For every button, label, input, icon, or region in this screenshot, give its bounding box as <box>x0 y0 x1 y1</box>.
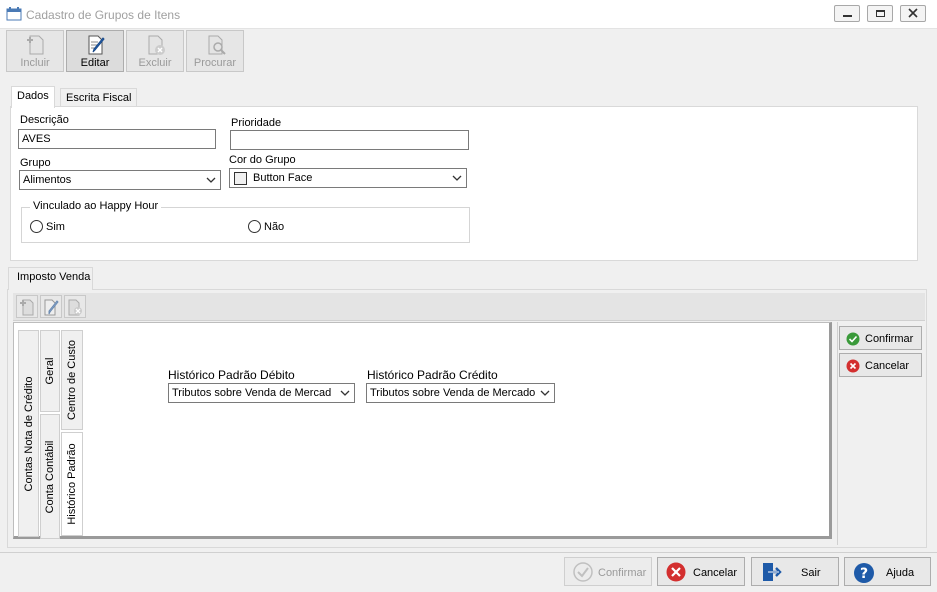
help-circle-icon: ? <box>854 563 874 583</box>
tab-contas-nota-credito[interactable]: Contas Nota de Crédito <box>18 330 39 537</box>
editar-label: Editar <box>80 57 110 69</box>
historico-debito-select[interactable]: Tributos sobre Venda de Mercad <box>168 383 355 403</box>
minimize-icon <box>843 15 852 17</box>
tab-imposto-venda[interactable]: Imposto Venda <box>8 267 94 290</box>
app-icon <box>6 6 22 25</box>
tab-centro-custo[interactable]: Centro de Custo <box>61 330 83 430</box>
excluir-label: Excluir <box>138 57 172 69</box>
incluir-button[interactable]: Incluir <box>6 30 64 72</box>
historico-credito-label: Histórico Padrão Crédito <box>367 368 498 382</box>
tab-dados[interactable]: Dados <box>11 86 55 108</box>
happy-hour-caption: Vinculado ao Happy Hour <box>30 200 162 212</box>
side-confirmar-button[interactable]: Confirmar <box>839 326 922 350</box>
excluir-button[interactable]: Excluir <box>126 30 184 72</box>
delete-document-icon <box>148 35 165 55</box>
check-circle-icon <box>573 562 593 582</box>
chevron-down-icon <box>452 175 462 181</box>
nao-radio[interactable] <box>248 220 261 233</box>
nao-label: Não <box>264 221 285 233</box>
imposto-new-button[interactable] <box>16 295 38 318</box>
happy-hour-group: Vinculado ao Happy Hour <box>21 200 470 243</box>
grupo-select[interactable]: Alimentos <box>19 170 221 190</box>
historico-credito-select[interactable]: Tributos sobre Venda de Mercado <box>366 383 555 403</box>
sair-button[interactable]: Sair <box>751 557 839 586</box>
chevron-down-icon <box>540 390 550 396</box>
exit-door-icon <box>763 563 782 581</box>
cancelar-button[interactable]: Cancelar <box>657 557 745 586</box>
imposto-toolbar <box>13 293 925 321</box>
chevron-down-icon <box>206 177 216 183</box>
title-bar: Cadastro de Grupos de Itens <box>0 0 937 29</box>
descricao-label: Descrição <box>20 114 69 126</box>
tab-escrita-fiscal[interactable]: Escrita Fiscal <box>60 88 138 108</box>
confirmar-button[interactable]: Confirmar <box>564 557 652 586</box>
search-document-icon <box>208 35 226 55</box>
prioridade-field[interactable] <box>230 130 469 150</box>
side-cancelar-button[interactable]: Cancelar <box>839 353 922 377</box>
tab-geral[interactable]: Geral <box>40 330 60 412</box>
delete-document-icon <box>68 299 82 316</box>
historico-debito-label: Histórico Padrão Débito <box>168 368 295 382</box>
procurar-button[interactable]: Procurar <box>186 30 244 72</box>
svg-text:?: ? <box>860 566 868 582</box>
ajuda-button[interactable]: ? Ajuda <box>844 557 931 586</box>
chevron-down-icon <box>340 390 350 396</box>
new-document-icon <box>27 35 44 55</box>
incluir-label: Incluir <box>20 57 50 69</box>
grupo-label: Grupo <box>20 157 51 169</box>
editar-button[interactable]: Editar <box>66 30 124 72</box>
imposto-content <box>13 322 832 539</box>
check-circle-icon <box>846 332 860 346</box>
imposto-delete-button[interactable] <box>64 295 86 318</box>
tab-conta-contabil[interactable]: Conta Contábil <box>40 414 60 539</box>
tab-historico-padrao[interactable]: Histórico Padrão <box>61 432 83 536</box>
maximize-button[interactable] <box>867 5 893 22</box>
edit-document-icon <box>44 299 59 316</box>
bottom-separator <box>0 552 937 553</box>
color-swatch <box>234 172 247 185</box>
sim-radio[interactable] <box>30 220 43 233</box>
imposto-edit-button[interactable] <box>40 295 62 318</box>
prioridade-label: Prioridade <box>231 117 282 129</box>
window-title: Cadastro de Grupos de Itens <box>26 8 181 22</box>
maximize-icon <box>876 10 885 17</box>
edit-document-icon <box>88 35 105 55</box>
close-button[interactable] <box>900 5 926 22</box>
minimize-button[interactable] <box>834 5 860 22</box>
cor-grupo-select[interactable]: Button Face <box>229 168 467 188</box>
new-document-icon <box>20 299 34 316</box>
sim-label: Sim <box>46 221 65 233</box>
close-icon <box>908 8 918 18</box>
cancel-circle-icon <box>846 359 860 373</box>
cancel-circle-icon <box>666 562 686 582</box>
procurar-label: Procurar <box>193 57 237 69</box>
descricao-field[interactable]: AVES <box>18 129 216 149</box>
cor-grupo-label: Cor do Grupo <box>229 154 296 166</box>
